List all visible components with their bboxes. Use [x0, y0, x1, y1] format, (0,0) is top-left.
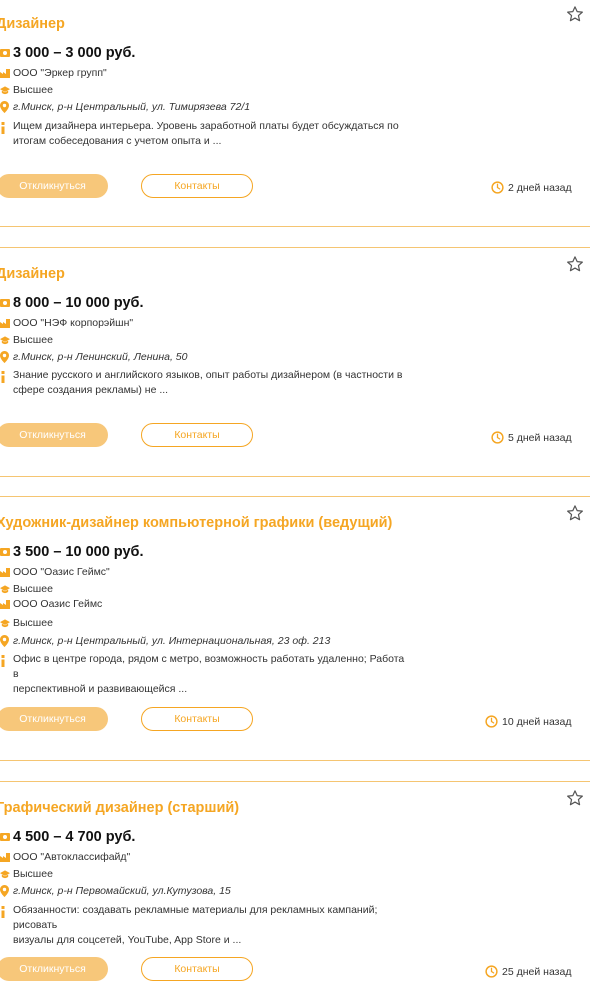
description-line: Офис в центре города, рядом с метро, воз…	[13, 653, 405, 680]
vacancy-title[interactable]: Дизайнер	[0, 266, 65, 282]
education: Высшее	[13, 84, 53, 96]
company-name: ООО "Автоклассифайд"	[13, 851, 131, 863]
map-pin-icon	[0, 101, 10, 113]
vacancy-description: Ищем дизайнера интерьера. Уровень зарабо…	[13, 119, 408, 149]
vacancy-description: Офис в центре города, рядом с метро, воз…	[13, 652, 408, 697]
posted-time: 5 дней назад	[491, 431, 572, 444]
glitch-row: ООО Оазис Геймс	[0, 599, 102, 609]
description-line: визуалы для соцсетей, YouTube, App Store…	[13, 934, 242, 946]
apply-button[interactable]: Откликнуться	[0, 423, 108, 447]
contacts-button[interactable]: Контакты	[141, 957, 253, 981]
star-icon[interactable]	[566, 5, 584, 23]
map-pin-icon	[0, 351, 10, 363]
info-icon	[0, 370, 10, 383]
banknote-icon	[0, 47, 10, 59]
banknote-icon	[0, 546, 10, 558]
building-icon	[0, 67, 10, 79]
contacts-button[interactable]: Контакты	[141, 707, 253, 731]
education: Высшее	[13, 868, 53, 880]
address: г.Минск, р-н Центральный, ул. Тимирязева…	[13, 101, 251, 113]
posted-time-text: 5 дней назад	[508, 431, 572, 444]
graduation-cap-icon	[0, 84, 10, 96]
building-icon	[0, 851, 10, 863]
company-name: ООО "Эркер групп"	[13, 67, 107, 79]
vacancy-title[interactable]: Графический дизайнер (старший)	[0, 800, 239, 816]
address: г.Минск, р-н Первомайский, ул.Кутузова, …	[13, 885, 231, 897]
star-icon[interactable]	[566, 504, 584, 522]
info-icon	[0, 121, 10, 134]
posted-time-text: 2 дней назад	[508, 181, 572, 194]
education: Высшее	[13, 583, 53, 595]
contacts-button[interactable]: Контакты	[141, 174, 253, 198]
map-pin-icon	[0, 635, 10, 647]
divider	[0, 226, 590, 227]
education: Высшее	[13, 334, 53, 346]
description-line: сфере создания рекламы) не ...	[13, 384, 169, 396]
description-line: Обязанности: создавать рекламные материа…	[13, 904, 378, 931]
clock-icon	[491, 431, 504, 444]
salary: 3 500 – 10 000 руб.	[13, 544, 144, 560]
building-icon	[0, 599, 10, 609]
address: г.Минск, р-н Ленинский, Ленина, 50	[13, 351, 188, 363]
posted-time-text: 25 дней назад	[502, 965, 572, 978]
contacts-button[interactable]: Контакты	[141, 423, 253, 447]
divider	[0, 247, 590, 248]
divider	[0, 496, 590, 497]
posted-time: 25 дней назад	[485, 965, 571, 978]
description-line: итогам собеседования с учетом опыта и ..…	[13, 135, 222, 147]
description-line: перспективной и развивающейся ...	[13, 683, 188, 695]
posted-time-text: 10 дней назад	[502, 715, 572, 728]
graduation-cap-icon	[0, 334, 10, 346]
clock-icon	[485, 965, 498, 978]
clock-icon	[491, 181, 504, 194]
vacancy-title[interactable]: Художник-дизайнер компьютерной графики (…	[0, 515, 392, 531]
education: Высшее	[13, 617, 53, 629]
company-name: ООО "Оазис Геймс"	[13, 566, 110, 578]
banknote-icon	[0, 831, 10, 843]
address: г.Минск, р-н Центральный, ул. Интернацио…	[13, 635, 331, 647]
building-icon	[0, 566, 10, 578]
star-icon[interactable]	[566, 789, 584, 807]
info-icon	[0, 905, 10, 918]
vacancy-description: Знание русского и английского языков, оп…	[13, 368, 408, 398]
salary: 8 000 – 10 000 руб.	[13, 295, 144, 311]
graduation-cap-icon	[0, 617, 10, 629]
apply-button[interactable]: Откликнуться	[0, 174, 108, 198]
vacancy-description: Обязанности: создавать рекламные материа…	[13, 903, 408, 948]
divider	[0, 781, 590, 782]
apply-button[interactable]: Откликнуться	[0, 957, 108, 981]
graduation-cap-icon	[0, 868, 10, 880]
divider	[0, 476, 590, 477]
clock-icon	[485, 715, 498, 728]
salary: 4 500 – 4 700 руб.	[13, 829, 136, 845]
apply-button[interactable]: Откликнуться	[0, 707, 108, 731]
salary: 3 000 – 3 000 руб.	[13, 45, 136, 61]
info-icon	[0, 654, 10, 667]
company-name: ООО "НЭФ корпорэйшн"	[13, 317, 134, 329]
divider	[0, 760, 590, 761]
description-line: Знание русского и английского языков, оп…	[13, 369, 403, 381]
posted-time: 2 дней назад	[491, 181, 572, 194]
star-icon[interactable]	[566, 255, 584, 273]
description-line: Ищем дизайнера интерьера. Уровень зарабо…	[13, 120, 399, 132]
posted-time: 10 дней назад	[485, 715, 571, 728]
map-pin-icon	[0, 885, 10, 897]
banknote-icon	[0, 297, 10, 309]
graduation-cap-icon	[0, 583, 10, 595]
building-icon	[0, 317, 10, 329]
company-name: ООО Оазис Геймс	[13, 599, 103, 609]
vacancy-title[interactable]: Дизайнер	[0, 16, 65, 32]
